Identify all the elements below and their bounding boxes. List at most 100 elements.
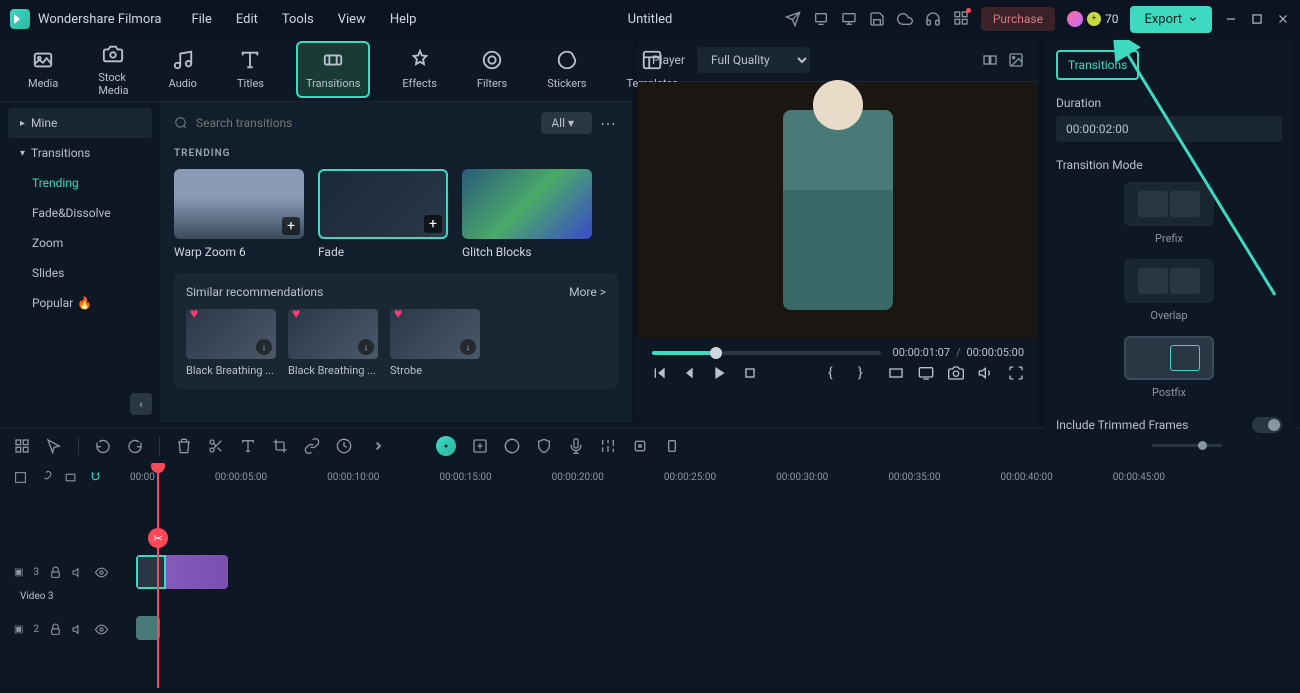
duration-input[interactable] — [1056, 116, 1282, 142]
playhead[interactable]: ✂ — [157, 463, 159, 688]
magnet-icon[interactable] — [89, 471, 102, 484]
sidebar-trending[interactable]: Trending — [8, 168, 152, 198]
more-options-icon[interactable]: ⋯ — [600, 114, 618, 133]
keyframe-icon[interactable] — [632, 438, 648, 454]
undo-icon[interactable] — [95, 438, 111, 454]
crop-icon[interactable] — [272, 438, 288, 454]
enhance-icon[interactable] — [472, 438, 488, 454]
lock-icon[interactable] — [49, 623, 62, 636]
lock-icon[interactable] — [49, 566, 62, 579]
sidebar-popular[interactable]: Popular🔥 — [8, 288, 152, 318]
close-icon[interactable] — [1276, 12, 1290, 26]
rec-card[interactable]: ♥↓Black Breathing ... — [186, 309, 276, 377]
credits-display[interactable]: + 70 — [1067, 11, 1119, 27]
text-icon[interactable] — [240, 438, 256, 454]
mixer-icon[interactable] — [600, 438, 616, 454]
export-button[interactable]: Export — [1130, 6, 1212, 33]
video-preview[interactable] — [638, 82, 1038, 338]
more-tools-icon[interactable] — [368, 438, 384, 454]
tab-audio[interactable]: Audio — [161, 43, 205, 96]
tl-icon[interactable] — [39, 471, 52, 484]
cut-icon[interactable] — [208, 438, 224, 454]
zoom-slider[interactable] — [1152, 444, 1222, 447]
speed-icon[interactable] — [336, 438, 352, 454]
transition-card-warp-zoom[interactable]: +Warp Zoom 6 — [174, 169, 304, 259]
tl-icon[interactable] — [64, 471, 77, 484]
shield-icon[interactable] — [536, 438, 552, 454]
save-icon[interactable] — [869, 11, 885, 27]
visibility-icon[interactable] — [95, 623, 108, 636]
ratio-icon[interactable] — [888, 365, 904, 381]
volume-icon[interactable] — [978, 365, 994, 381]
menu-tools[interactable]: Tools — [282, 12, 314, 27]
bracket-open-icon[interactable]: { — [828, 365, 844, 381]
image-icon[interactable] — [1008, 52, 1024, 68]
send-icon[interactable] — [785, 11, 801, 27]
redo-icon[interactable] — [127, 438, 143, 454]
sidebar-transitions[interactable]: ▾Transitions — [8, 138, 152, 168]
tab-effects[interactable]: Effects — [394, 43, 445, 96]
video-track-2[interactable]: ▣2 — [0, 608, 1300, 650]
tab-titles[interactable]: Titles — [229, 43, 272, 96]
tab-filters[interactable]: Filters — [469, 43, 515, 96]
tab-stickers[interactable]: Stickers — [539, 43, 594, 96]
visibility-icon[interactable] — [95, 566, 108, 579]
maximize-icon[interactable] — [1250, 12, 1264, 26]
menu-edit[interactable]: Edit — [236, 12, 258, 27]
stop-icon[interactable] — [742, 365, 758, 381]
ai-button[interactable] — [436, 436, 456, 456]
sidebar-mine[interactable]: ▸Mine — [8, 108, 152, 138]
collapse-sidebar-button[interactable]: ‹ — [130, 393, 152, 415]
menu-file[interactable]: File — [191, 12, 211, 27]
layout-icon[interactable] — [14, 438, 30, 454]
link-icon[interactable] — [304, 438, 320, 454]
menu-help[interactable]: Help — [390, 12, 417, 27]
more-link[interactable]: More > — [569, 285, 606, 299]
tab-stock-media[interactable]: Stock Media — [90, 37, 136, 103]
color-icon[interactable] — [504, 438, 520, 454]
transition-card-fade[interactable]: +Fade — [318, 169, 448, 259]
minimize-icon[interactable] — [1224, 12, 1238, 26]
rec-card[interactable]: ♥↓Black Breathing ... — [288, 309, 378, 377]
step-back-icon[interactable] — [682, 365, 698, 381]
tab-media[interactable]: Media — [20, 43, 66, 96]
mode-postfix[interactable]: Postfix — [1124, 336, 1214, 399]
transition-on-clip[interactable] — [136, 555, 166, 589]
video-track-3[interactable]: ▣3 — [0, 551, 1300, 593]
sidebar-fade-dissolve[interactable]: Fade&Dissolve — [8, 198, 152, 228]
mute-icon[interactable] — [72, 566, 85, 579]
tab-transitions[interactable]: Transitions — [296, 41, 370, 98]
screen-icon[interactable] — [841, 11, 857, 27]
mode-overlap[interactable]: Overlap — [1124, 259, 1214, 322]
timeline[interactable]: 00:00 00:00:05:00 00:00:10:00 00:00:15:0… — [0, 463, 1300, 688]
cut-marker-icon[interactable]: ✂ — [148, 528, 168, 548]
snapshot-icon[interactable] — [948, 365, 964, 381]
compare-icon[interactable] — [982, 52, 998, 68]
download-icon[interactable]: ↓ — [460, 339, 476, 355]
fullscreen-icon[interactable] — [1008, 365, 1024, 381]
pointer-icon[interactable] — [46, 438, 62, 454]
quality-select[interactable]: Full Quality — [697, 47, 810, 73]
mode-prefix[interactable]: Prefix — [1124, 182, 1214, 245]
filter-select[interactable]: All ▾ — [541, 112, 592, 134]
scrub-slider[interactable] — [652, 351, 881, 355]
add-icon[interactable]: + — [424, 215, 442, 233]
properties-tab-transitions[interactable]: Transitions — [1056, 50, 1139, 80]
trimmed-frames-toggle[interactable] — [1252, 417, 1282, 433]
purchase-button[interactable]: Purchase — [981, 7, 1055, 31]
transition-card-glitch-blocks[interactable]: Glitch Blocks — [462, 169, 592, 259]
marker-icon[interactable] — [664, 438, 680, 454]
device-icon[interactable] — [813, 11, 829, 27]
tl-icon[interactable] — [14, 471, 27, 484]
menu-view[interactable]: View — [338, 12, 366, 27]
rec-card[interactable]: ♥↓Strobe — [390, 309, 480, 377]
add-icon[interactable]: + — [282, 217, 300, 235]
video-clip[interactable] — [136, 555, 228, 589]
sidebar-slides[interactable]: Slides — [8, 258, 152, 288]
mute-icon[interactable] — [72, 623, 85, 636]
cloud-icon[interactable] — [897, 11, 913, 27]
prev-icon[interactable] — [652, 365, 668, 381]
mic-icon[interactable] — [568, 438, 584, 454]
sidebar-zoom[interactable]: Zoom — [8, 228, 152, 258]
download-icon[interactable]: ↓ — [358, 339, 374, 355]
